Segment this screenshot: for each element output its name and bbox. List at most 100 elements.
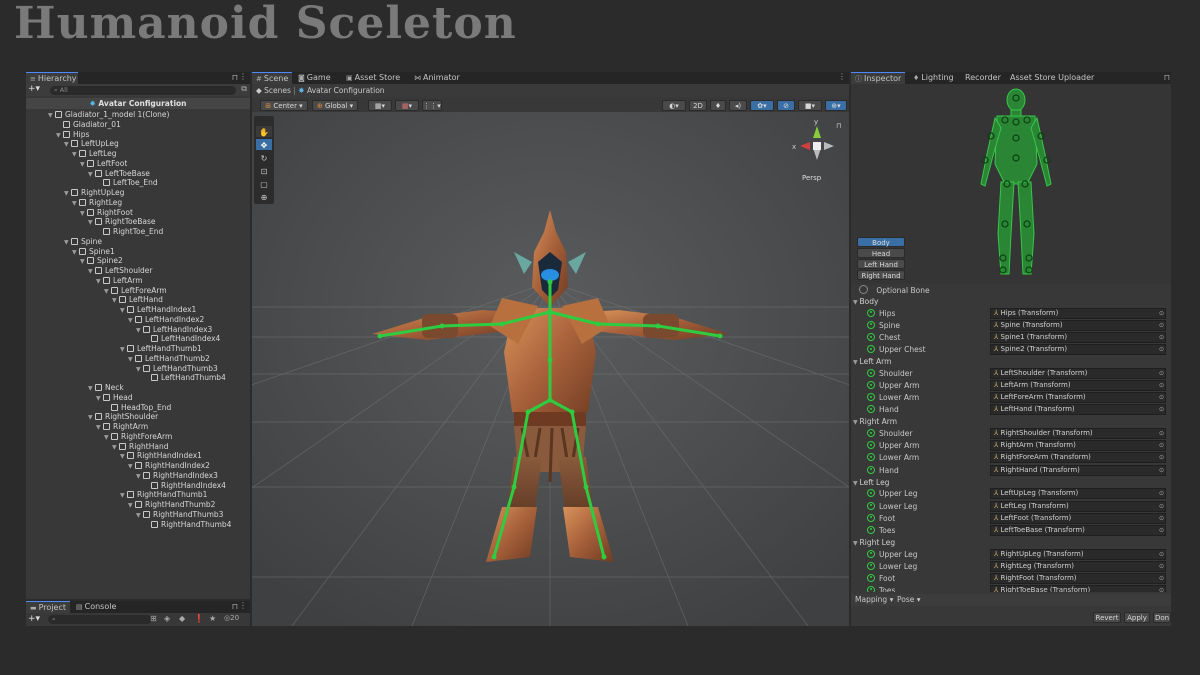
scene-viewport[interactable]: ✋ ✥ ↻ ⊡ ▢ ⊕ x y ⊓ Persp: [252, 112, 849, 626]
expand-arrow-icon[interactable]: ▼: [104, 287, 111, 297]
hierarchy-item[interactable]: ▼ RightUpLeg: [64, 188, 124, 198]
label-filter-icon[interactable]: ◆: [179, 614, 185, 623]
gizmos-button[interactable]: ⊕▾: [825, 100, 847, 111]
bone-transform-field[interactable]: ⅄ RightUpLeg (Transform) ⊙: [990, 548, 1166, 560]
bone-transform-field[interactable]: ⅄ RightFoot (Transform) ⊙: [990, 572, 1166, 584]
bone-transform-field[interactable]: ⅄ LeftShoulder (Transform) ⊙: [990, 368, 1166, 379]
filter-icon[interactable]: ⧉: [241, 84, 247, 94]
bone-transform-field[interactable]: ⅄ RightArm (Transform) ⊙: [990, 440, 1166, 452]
expand-arrow-icon[interactable]: ▼: [64, 238, 71, 248]
expand-arrow-icon[interactable]: ▼: [128, 355, 135, 365]
expand-arrow-icon[interactable]: ▼: [48, 111, 55, 121]
draw-mode-button[interactable]: ◐▾: [662, 100, 686, 111]
hierarchy-item[interactable]: Gladiator_01: [56, 120, 121, 130]
bone-group-header[interactable]: ▼ Left Arm: [853, 356, 891, 368]
space-dropdown[interactable]: ⊕ Global ▾: [312, 100, 358, 111]
tab-asset-store[interactable]: ▣ Asset Store: [342, 72, 404, 84]
object-picker-icon[interactable]: ⊙: [1159, 381, 1164, 390]
object-picker-icon[interactable]: ⊙: [1159, 429, 1164, 438]
lock-icon[interactable]: ⊓: [232, 73, 238, 82]
hierarchy-item[interactable]: RightHandIndex4: [144, 481, 226, 491]
expand-arrow-icon[interactable]: ▼: [96, 423, 103, 433]
bone-transform-field[interactable]: ⅄ RightForeArm (Transform) ⊙: [990, 452, 1166, 464]
head-part-button[interactable]: Head: [857, 248, 905, 258]
rotate-icon[interactable]: ↻: [261, 154, 268, 163]
object-picker-icon[interactable]: ⊙: [1159, 562, 1164, 571]
tab-hierarchy[interactable]: ≡ Hierarchy: [26, 72, 78, 84]
grid-button[interactable]: ▦▾: [395, 100, 419, 111]
rect-tool-icon[interactable]: ▢: [260, 180, 268, 189]
hierarchy-item[interactable]: ▼ LeftHandIndex2: [128, 315, 204, 325]
expand-arrow-icon[interactable]: ▼: [120, 491, 127, 501]
object-picker-icon[interactable]: ⊙: [1159, 393, 1164, 402]
hierarchy-item[interactable]: ▼ LeftHandIndex1: [120, 305, 196, 315]
tab-game[interactable]: ◙ Game: [294, 72, 335, 84]
add-icon[interactable]: +▾: [28, 614, 40, 624]
expand-arrow-icon[interactable]: ▼: [72, 150, 79, 160]
bone-group-header[interactable]: ▼ Left Leg: [853, 477, 889, 489]
expand-arrow-icon[interactable]: ▼: [136, 472, 143, 482]
expand-arrow-icon[interactable]: ▼: [88, 218, 95, 228]
bone-transform-field[interactable]: ⅄ LeftForeArm (Transform) ⊙: [990, 392, 1166, 404]
tab-recorder[interactable]: Recorder: [961, 72, 1005, 84]
hierarchy-item[interactable]: ▼ Gladiator_1_model 1(Clone): [48, 110, 169, 120]
hierarchy-item[interactable]: ▼ RightLeg: [72, 198, 122, 208]
bone-transform-field[interactable]: ⅄ RightLeg (Transform) ⊙: [990, 560, 1166, 572]
bone-transform-field[interactable]: ⅄ LeftUpLeg (Transform) ⊙: [990, 488, 1166, 500]
hierarchy-item[interactable]: RightToe_End: [96, 227, 163, 237]
camera-button[interactable]: ■▾: [798, 100, 822, 111]
star-icon[interactable]: ★: [209, 614, 216, 623]
expand-arrow-icon[interactable]: ▼: [96, 394, 103, 404]
bone-group-header[interactable]: ▼ Right Leg: [853, 537, 895, 549]
visibility-count[interactable]: ◎20: [224, 614, 239, 622]
object-picker-icon[interactable]: ⊙: [1159, 321, 1164, 330]
object-picker-icon[interactable]: ⊙: [1159, 369, 1164, 378]
hierarchy-item[interactable]: ▼ LeftLeg: [72, 149, 117, 159]
expand-arrow-icon[interactable]: ▼: [80, 209, 87, 219]
tab-inspector[interactable]: ⓘ Inspector: [851, 72, 905, 84]
expand-arrow-icon[interactable]: ▼: [120, 452, 127, 462]
mapping-dropdown[interactable]: Mapping ▾: [855, 594, 893, 606]
hierarchy-item[interactable]: ▼ LeftForeArm: [104, 286, 167, 296]
bone-group-header[interactable]: ▼ Right Arm: [853, 416, 897, 428]
body-part-button[interactable]: Body: [857, 237, 905, 247]
breadcrumb-current[interactable]: Avatar Configuration: [307, 86, 385, 95]
breadcrumb-scenes[interactable]: Scenes: [264, 86, 291, 95]
save-search-icon[interactable]: ⊞: [150, 614, 157, 623]
add-icon[interactable]: +▾: [28, 84, 40, 94]
expand-arrow-icon[interactable]: ▼: [128, 501, 135, 511]
hierarchy-item[interactable]: ▼ RightHandThumb2: [128, 500, 215, 510]
hierarchy-item[interactable]: ▼ Hips: [56, 130, 89, 140]
type-filter-icon[interactable]: ◈: [164, 614, 170, 623]
apply-button[interactable]: Apply: [1124, 612, 1150, 623]
expand-arrow-icon[interactable]: ▼: [128, 462, 135, 472]
expand-arrow-icon[interactable]: ▼: [88, 267, 95, 277]
hierarchy-item[interactable]: ▼ RightFoot: [80, 208, 133, 218]
search-input[interactable]: ⌕ All: [50, 86, 236, 95]
hierarchy-item[interactable]: ▼ Head: [96, 393, 133, 403]
bone-transform-field[interactable]: ⅄ LeftHand (Transform) ⊙: [990, 404, 1166, 416]
pivot-dropdown[interactable]: ⊞ Center ▾: [260, 100, 308, 111]
right-hand-part-button[interactable]: Right Hand: [857, 270, 905, 280]
bone-transform-field[interactable]: ⅄ Hips (Transform) ⊙: [990, 307, 1166, 319]
transform-icon[interactable]: ⊕: [261, 193, 268, 202]
hierarchy-item[interactable]: ▼ Spine1: [72, 247, 115, 257]
2d-toggle[interactable]: 2D: [689, 100, 707, 111]
scale-icon[interactable]: ⊡: [261, 167, 268, 176]
object-picker-icon[interactable]: ⊙: [1159, 333, 1164, 342]
hierarchy-item[interactable]: ▼ LeftToeBase: [88, 169, 150, 179]
pose-dropdown[interactable]: Pose ▾: [897, 594, 921, 606]
expand-arrow-icon[interactable]: ▼: [112, 443, 119, 453]
bone-transform-field[interactable]: ⅄ LeftLeg (Transform) ⊙: [990, 500, 1166, 512]
object-picker-icon[interactable]: ⊙: [1159, 574, 1164, 583]
revert-button[interactable]: Revert: [1093, 612, 1121, 623]
hierarchy-item[interactable]: ▼ Spine: [64, 237, 102, 247]
tab-animator[interactable]: ⋈ Animator: [410, 72, 464, 84]
object-picker-icon[interactable]: ⊙: [1159, 466, 1164, 475]
hierarchy-item[interactable]: ▼ RightToeBase: [88, 217, 156, 227]
hierarchy-item[interactable]: ▼ LeftHandIndex3: [136, 325, 212, 335]
object-picker-icon[interactable]: ⊙: [1159, 526, 1164, 535]
hierarchy-item[interactable]: LeftHandThumb4: [144, 373, 226, 383]
object-picker-icon[interactable]: ⊙: [1159, 345, 1164, 354]
more-icon[interactable]: ⋮: [239, 72, 247, 81]
